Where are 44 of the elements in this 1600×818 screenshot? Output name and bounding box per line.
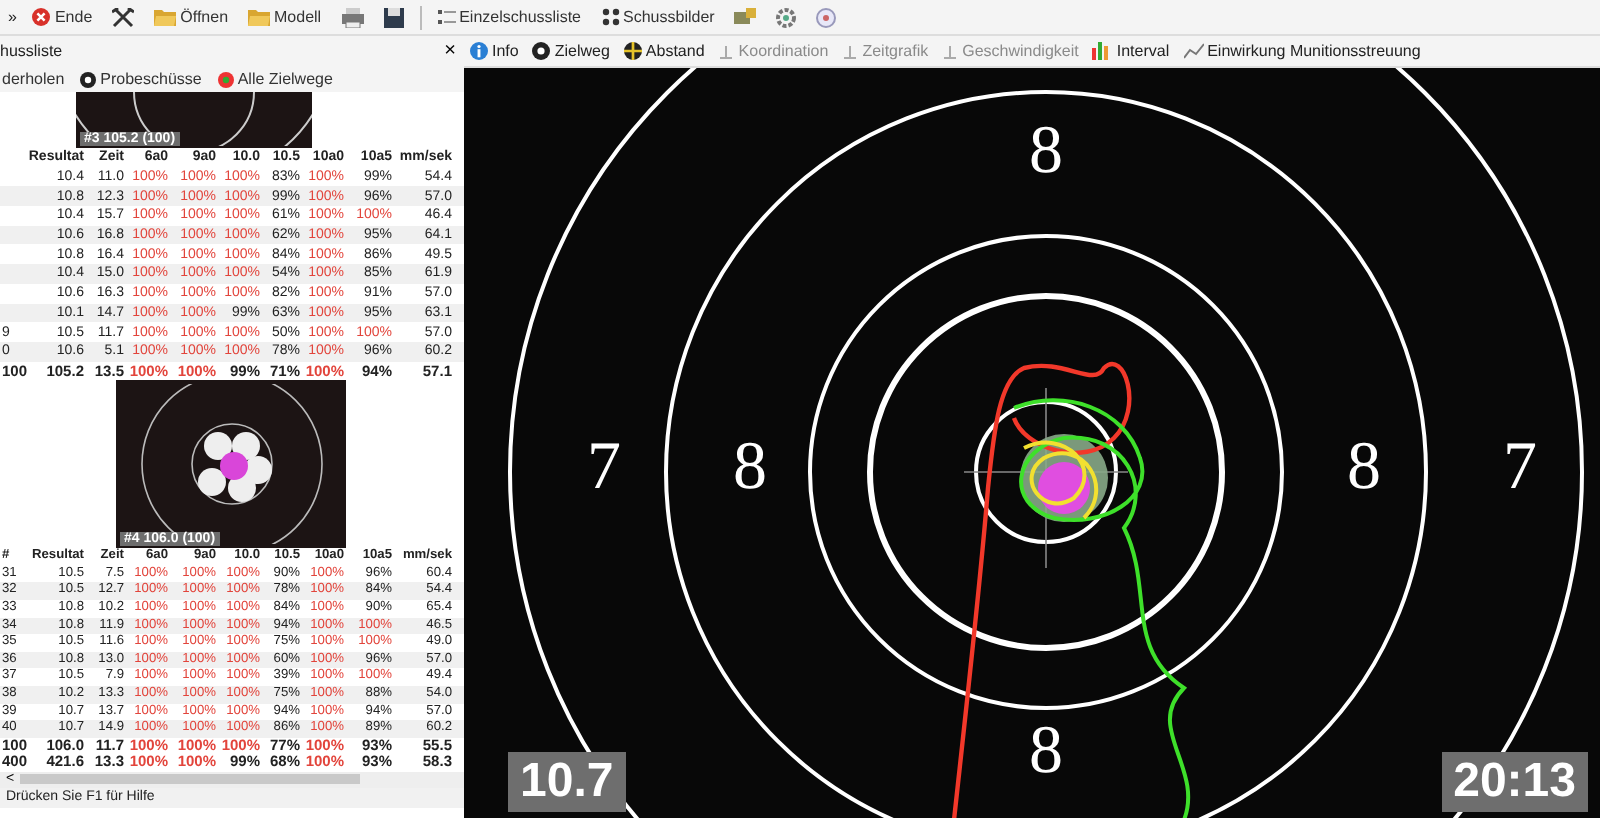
stop-icon [32, 8, 51, 26]
ring-number: 7 [587, 430, 621, 504]
ring-number: 8 [1029, 714, 1063, 788]
grid-icon [601, 8, 620, 26]
toolbar-icon-button[interactable] [108, 7, 139, 27]
ring-number: 8 [733, 430, 767, 504]
toolbar-button[interactable]: Ende [28, 8, 97, 26]
time-display: 20:13 [1441, 752, 1588, 812]
tools-icon [112, 7, 135, 27]
toolbar-button[interactable]: Öffnen [150, 8, 233, 26]
target-icon [532, 42, 551, 60]
tab[interactable]: Alle Zielwege [215, 70, 335, 88]
tab[interactable]: Probeschüsse [78, 70, 204, 88]
close-button[interactable]: × [444, 41, 456, 61]
view-toggle-button[interactable]: Interval [1092, 42, 1170, 60]
scrollbar-thumb[interactable] [20, 774, 361, 785]
color-wheel-icon [217, 71, 234, 87]
list-icon [437, 8, 456, 26]
ring-number: 8 [1347, 430, 1381, 504]
shot-score: 10.7 [508, 752, 626, 812]
settings-icon [776, 7, 797, 27]
printer-icon [341, 7, 364, 27]
view-toggle-button[interactable]: Abstand [623, 42, 705, 60]
disc-icon [816, 7, 837, 27]
folder-icon [154, 8, 177, 26]
bar-chart-icon [1092, 42, 1113, 60]
save-icon [383, 7, 404, 27]
crosshair-icon [623, 42, 642, 60]
overflow-chevron[interactable]: » [8, 8, 17, 26]
toolbar-button[interactable]: Modell [244, 8, 326, 26]
toolbar-button[interactable]: Einzelschussliste [433, 8, 586, 26]
view-toggle-button[interactable]: Einwirkung Munitionsstreuung [1183, 42, 1421, 60]
toolbar-button[interactable]: Schussbilder [597, 8, 719, 26]
view-toggle-button[interactable]: Info [470, 42, 519, 60]
panel-title: hussliste [0, 42, 63, 60]
view-toggle-button[interactable]: Zielweg [532, 42, 610, 60]
toolbar-icon-button[interactable] [379, 7, 408, 27]
ring-number: 7 [1503, 430, 1537, 504]
tab[interactable]: derholen [0, 70, 67, 88]
target-icon [80, 71, 97, 87]
ring-number: 8 [1029, 114, 1063, 188]
info-icon [470, 42, 488, 60]
line-chart-icon [1183, 42, 1204, 60]
folder-icon [248, 8, 271, 26]
